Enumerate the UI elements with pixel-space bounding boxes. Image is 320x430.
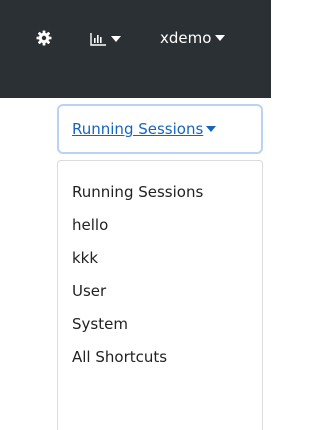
user-name-label: xdemo [160,29,212,47]
chevron-down-icon [111,36,121,42]
user-menu-toggle[interactable]: xdemo [160,28,226,48]
dropdown-item-kkk[interactable]: kkk [58,243,262,276]
dropdown-item-all-shortcuts[interactable]: All Shortcuts [58,342,262,375]
session-selector-button[interactable]: Running Sessions [57,104,263,154]
session-selector-label: Running Sessions [72,120,204,138]
bar-chart-icon [90,33,106,46]
dropdown-item-user[interactable]: User [58,276,262,309]
dropdown-item-system[interactable]: System [58,309,262,342]
gear-icon-graphic [36,30,52,46]
chevron-down-icon [215,35,226,41]
dropdown-item-running-sessions[interactable]: Running Sessions [58,177,262,210]
top-navbar: xdemo [0,0,271,98]
gear-icon[interactable] [36,30,52,46]
chevron-down-icon [206,126,217,132]
dropdown-item-hello[interactable]: hello [58,210,262,243]
chart-menu-toggle[interactable] [90,31,121,47]
session-dropdown-menu: Running Sessions hello kkk User System A… [57,160,263,430]
